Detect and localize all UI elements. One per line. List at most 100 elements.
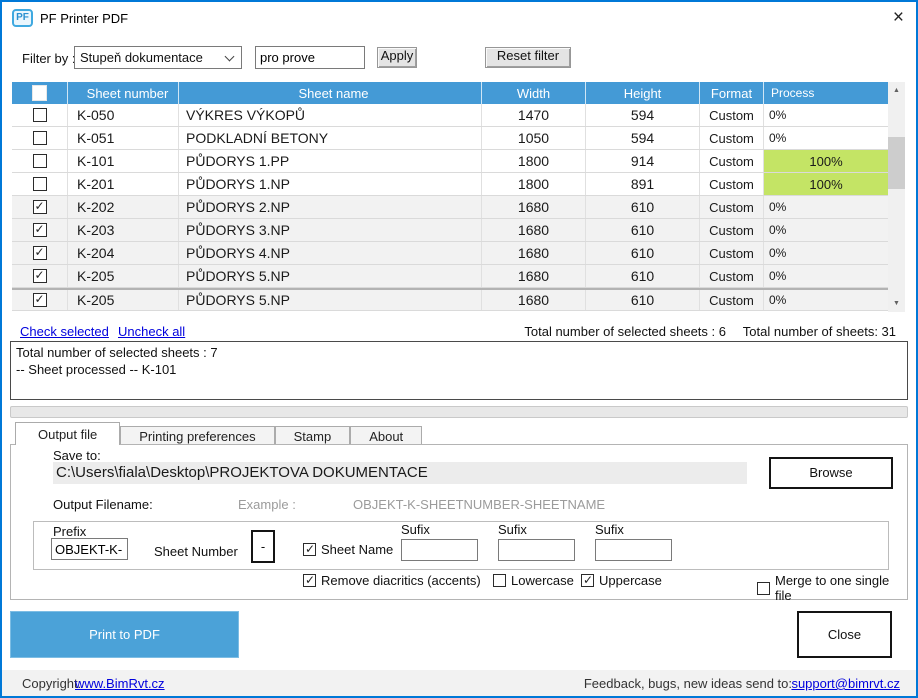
tab-stamp[interactable]: Stamp [274, 426, 351, 445]
col-width[interactable]: Width [482, 82, 586, 104]
row-select-cell[interactable] [12, 104, 68, 126]
format-cell: Custom [700, 150, 764, 172]
table-row[interactable]: K-203 PŮDORYS 3.NP 1680 610 Custom 0% [12, 219, 888, 242]
lowercase-checkbox[interactable] [493, 574, 506, 587]
height-cell: 610 [586, 242, 700, 264]
uppercase-checkbox[interactable] [581, 573, 594, 587]
col-process[interactable]: Process [764, 82, 888, 104]
sufix-input-2[interactable] [498, 539, 575, 561]
remove-diacritics-option[interactable]: Remove diacritics (accents) [303, 573, 481, 588]
title-bar: PF PF Printer PDF × [2, 2, 916, 34]
height-cell: 610 [586, 265, 700, 287]
row-checkbox[interactable] [32, 177, 47, 191]
sheet-name-cell: PŮDORYS 4.NP [179, 242, 482, 264]
row-select-cell[interactable] [12, 127, 68, 149]
row-select-cell[interactable] [12, 196, 68, 218]
process-cell: 0% [764, 242, 888, 264]
sufix-input-1[interactable] [401, 539, 478, 561]
sheet-number-cell: K-204 [68, 242, 179, 264]
print-to-pdf-button[interactable]: Print to PDF [10, 611, 239, 658]
col-sheet-name[interactable]: Sheet name [179, 82, 482, 104]
table-row[interactable]: K-202 PŮDORYS 2.NP 1680 610 Custom 0% [12, 196, 888, 219]
process-value: 100% [809, 153, 843, 169]
merge-checkbox[interactable] [757, 581, 770, 595]
apply-button[interactable]: Apply [377, 47, 417, 68]
process-value: 0% [769, 131, 787, 145]
row-checkbox[interactable] [32, 108, 47, 122]
sufix-label-2: Sufix [498, 522, 527, 537]
width-cell: 1680 [482, 265, 586, 287]
tab-output-file[interactable]: Output file [15, 422, 121, 445]
browse-button[interactable]: Browse [769, 457, 893, 489]
col-sheet-number[interactable]: Sheet number [68, 82, 179, 104]
col-format[interactable]: Format [700, 82, 764, 104]
sheet-number-cell: K-051 [68, 127, 179, 149]
scroll-up-icon[interactable]: ▲ [888, 82, 905, 99]
filter-text-input[interactable] [255, 46, 365, 69]
row-select-cell[interactable] [12, 219, 68, 241]
table-row[interactable]: K-205 PŮDORYS 5.NP 1680 610 Custom 0% [12, 265, 888, 288]
format-cell: Custom [700, 219, 764, 241]
table-row[interactable]: K-051 PODKLADNÍ BETONY 1050 594 Custom 0… [12, 127, 888, 150]
row-select-cell[interactable] [12, 265, 68, 287]
table-row[interactable]: K-204 PŮDORYS 4.NP 1680 610 Custom 0% [12, 242, 888, 265]
footer-bar: Copyright: www.BimRvt.cz Feedback, bugs,… [2, 670, 916, 696]
sheet-number-cell: K-101 [68, 150, 179, 172]
row-checkbox[interactable] [32, 245, 47, 260]
uppercase-option[interactable]: Uppercase [581, 573, 662, 588]
scroll-down-icon[interactable]: ▼ [888, 295, 905, 312]
row-checkbox[interactable] [32, 199, 47, 214]
table-header: Sheet number Sheet name Width Height For… [12, 82, 888, 104]
height-cell: 610 [586, 196, 700, 218]
format-cell: Custom [700, 173, 764, 195]
support-email-link[interactable]: support@bimrvt.cz [791, 676, 900, 691]
table-row[interactable]: K-101 PŮDORYS 1.PP 1800 914 Custom 100% [12, 150, 888, 173]
row-select-cell[interactable] [12, 242, 68, 264]
row-checkbox[interactable] [32, 222, 47, 237]
uncheck-all-link[interactable]: Uncheck all [118, 324, 185, 339]
feedback-label: Feedback, bugs, new ideas send to: [583, 676, 792, 691]
log-output[interactable]: Total number of selected sheets : 7 -- S… [10, 341, 908, 400]
row-checkbox[interactable] [32, 131, 47, 145]
select-all-checkbox[interactable] [32, 85, 47, 101]
log-line: Total number of selected sheets : 7 [16, 345, 218, 360]
table-row[interactable]: K-205 PŮDORYS 5.NP 1680 610 Custom 0% [12, 288, 888, 311]
format-cell: Custom [700, 290, 764, 310]
separator-box[interactable]: - [251, 530, 275, 563]
sheet-name-cell: PŮDORYS 5.NP [179, 290, 482, 310]
sheet-name-checkbox[interactable] [303, 542, 316, 556]
sheet-number-cell: K-201 [68, 173, 179, 195]
close-button[interactable]: Close [797, 611, 892, 658]
window-close-icon[interactable]: × [893, 6, 904, 30]
table-row[interactable]: K-050 VÝKRES VÝKOPŮ 1470 594 Custom 0% [12, 104, 888, 127]
row-select-cell[interactable] [12, 173, 68, 195]
table-row[interactable]: K-201 PŮDORYS 1.NP 1800 891 Custom 100% [12, 173, 888, 196]
sheet-name-cell: PŮDORYS 5.NP [179, 265, 482, 287]
prefix-input[interactable] [51, 538, 128, 560]
bimrvt-link[interactable]: www.BimRvt.cz [75, 676, 165, 691]
width-cell: 1800 [482, 150, 586, 172]
sheet-name-option[interactable]: Sheet Name [303, 542, 393, 557]
row-checkbox[interactable] [32, 268, 47, 283]
remove-diacritics-checkbox[interactable] [303, 573, 316, 587]
reset-filter-button[interactable]: Reset filter [485, 47, 571, 68]
filter-dropdown[interactable]: Stupeň dokumentace [74, 46, 242, 69]
row-select-cell[interactable] [12, 290, 68, 310]
check-selected-link[interactable]: Check selected [20, 324, 109, 339]
save-path-field[interactable]: C:\Users\fiala\Desktop\PROJEKTOVA DOKUME… [53, 462, 747, 484]
sufix-input-3[interactable] [595, 539, 672, 561]
tab-printing-preferences[interactable]: Printing preferences [120, 426, 275, 445]
width-cell: 1680 [482, 219, 586, 241]
scrollbar-thumb[interactable] [888, 137, 905, 189]
tab-about[interactable]: About [350, 426, 423, 445]
col-height[interactable]: Height [586, 82, 700, 104]
select-all-header[interactable] [12, 82, 68, 104]
merge-option[interactable]: Merge to one single file [757, 573, 909, 603]
lowercase-option[interactable]: Lowercase [493, 573, 574, 588]
row-checkbox[interactable] [32, 292, 47, 307]
row-checkbox[interactable] [32, 154, 47, 168]
sufix-label-3: Sufix [595, 522, 624, 537]
process-value: 0% [769, 223, 787, 237]
table-scrollbar[interactable]: ▲ ▼ [888, 82, 905, 312]
row-select-cell[interactable] [12, 150, 68, 172]
